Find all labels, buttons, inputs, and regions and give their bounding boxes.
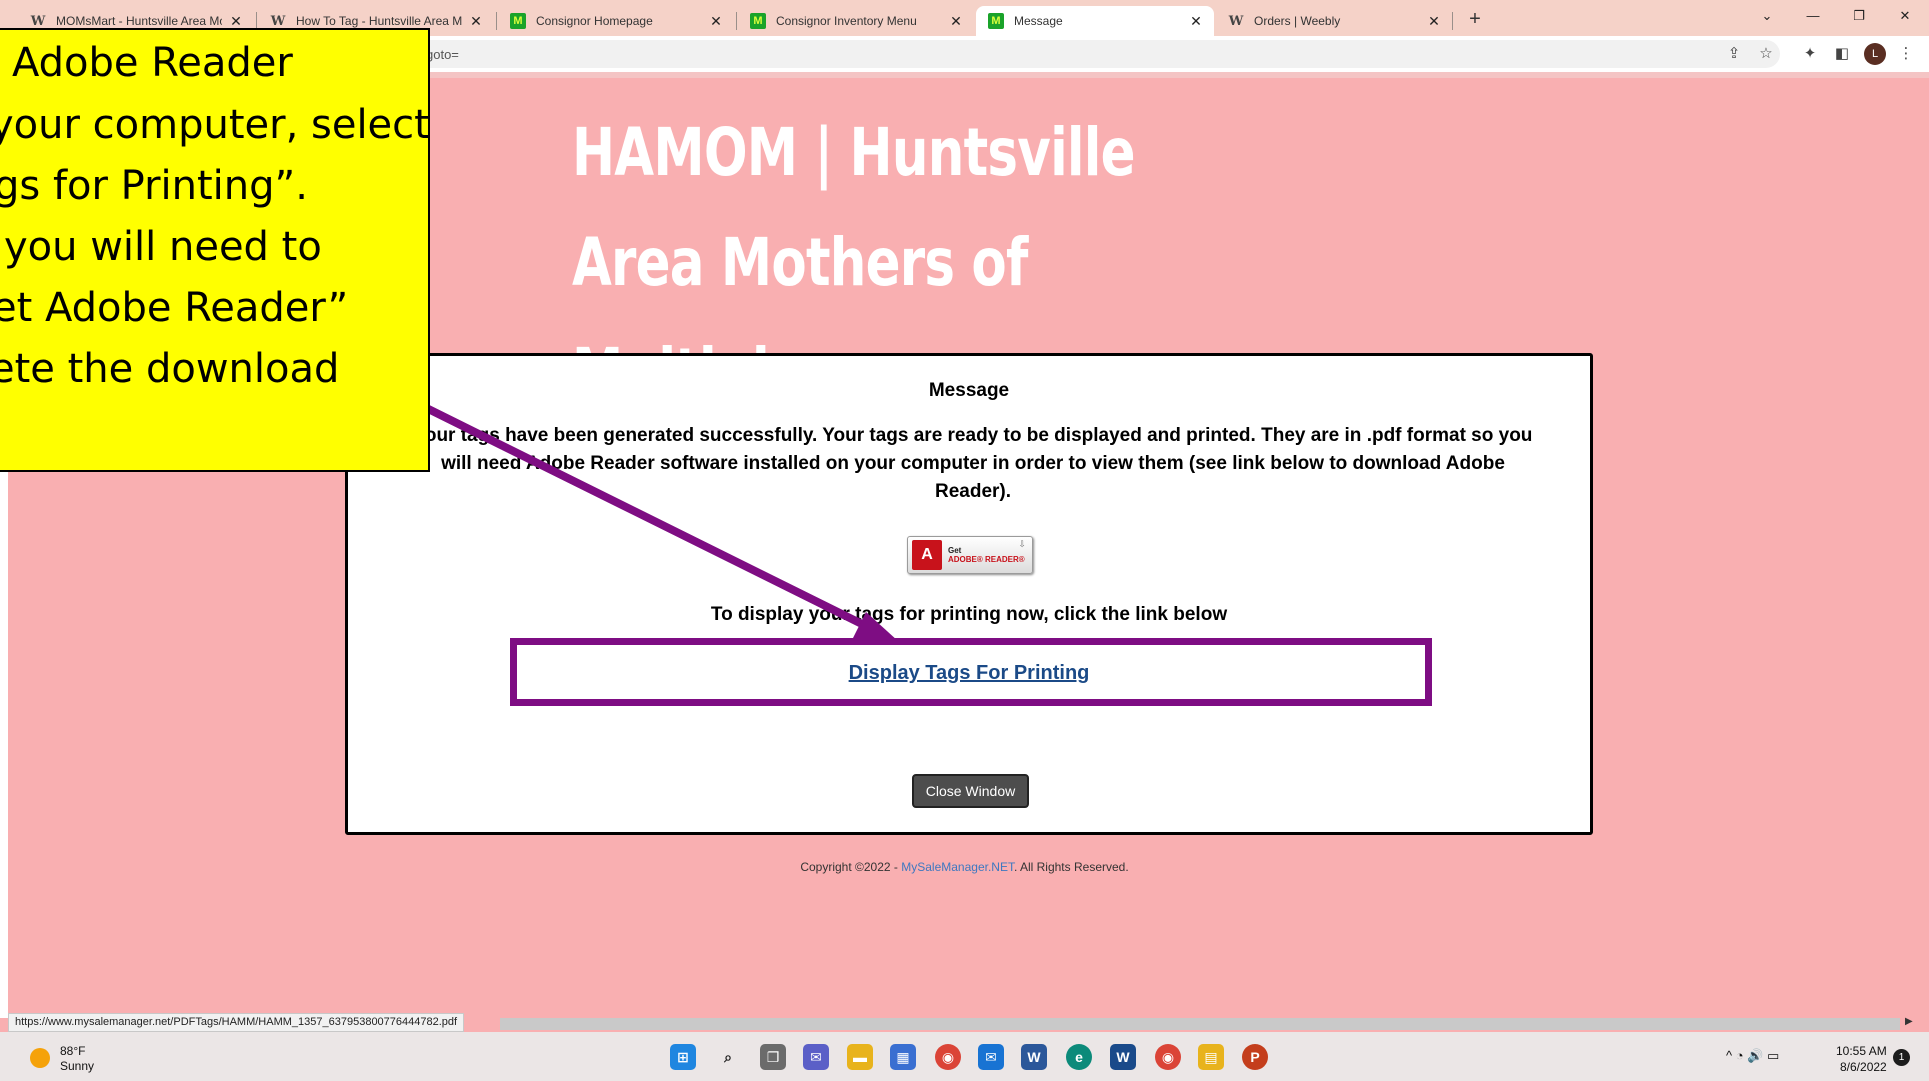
tab-separator (1452, 12, 1453, 30)
callout-line: your computer, select (0, 102, 430, 148)
address-bar-url: goto= (426, 47, 459, 62)
weebly-w-icon: W (270, 13, 286, 29)
display-instruction: To display your tags for printing now, c… (710, 604, 1228, 625)
chrome-profile-icon[interactable]: ◉ (1155, 1044, 1181, 1070)
callout-line: et Adobe Reader” (0, 285, 349, 331)
scroll-right-icon[interactable]: ▶ (1905, 1016, 1913, 1027)
callout-line: ete the download (0, 346, 340, 392)
callout-line: Adobe Reader (12, 40, 293, 86)
tab-label: Consignor Homepage (536, 14, 653, 28)
edge-icon[interactable]: e (1066, 1044, 1092, 1070)
file-explorer-icon[interactable]: ▬ (847, 1044, 873, 1070)
search-icon[interactable]: ⌕ (715, 1044, 741, 1070)
mysalemanager-m-icon: M (750, 13, 766, 29)
windows-start-icon[interactable]: ⊞ (670, 1044, 696, 1070)
tab-label: Message (1014, 14, 1063, 28)
tab-search-dropdown-icon[interactable]: ⌄ (1752, 4, 1782, 28)
message-panel: Message Your tags have been generated su… (345, 353, 1593, 835)
clock-time[interactable]: 10:55 AM (1836, 1044, 1887, 1058)
status-bar-url: https://www.mysalemanager.net/PDFTags/HA… (8, 1013, 465, 1032)
extensions-puzzle-icon[interactable]: ✦ (1800, 44, 1820, 64)
word-icon[interactable]: W (1021, 1044, 1047, 1070)
horizontal-scrollbar[interactable] (500, 1018, 1900, 1030)
adobe-button-text: Get ADOBE® READER® (948, 546, 1025, 564)
copyright-prefix: Copyright ©2022 - (800, 860, 902, 874)
copyright-footer: Copyright ©2022 - MySaleManager.NET. All… (0, 860, 1929, 874)
message-body: Your tags have been generated successful… (413, 425, 1533, 502)
weebly-w-icon: W (1228, 13, 1244, 29)
bookmark-star-icon[interactable]: ☆ (1756, 44, 1776, 64)
callout-line: gs for Printing”. (0, 163, 308, 209)
close-window-button[interactable]: ✕ (1890, 4, 1920, 28)
adobe-pdf-icon: A (912, 540, 942, 570)
address-bar[interactable]: goto= ⇪ ☆ (400, 40, 1780, 68)
chrome-icon[interactable]: ◉ (935, 1044, 961, 1070)
copyright-suffix: . All Rights Reserved. (1013, 860, 1129, 874)
instruction-callout: Adobe Reader your computer, select gs fo… (0, 28, 430, 472)
mysalemanager-link[interactable]: MySaleManager.NET (901, 860, 1014, 874)
get-adobe-reader-button[interactable]: A Get ADOBE® READER® ⇩ (907, 536, 1033, 574)
weather-temperature: 88°F (60, 1044, 86, 1058)
browser-menu-icon[interactable]: ⋮ (1896, 44, 1916, 64)
share-icon[interactable]: ⇪ (1724, 44, 1744, 64)
tab-close-icon[interactable]: ✕ (948, 13, 964, 30)
tab-label: How To Tag - Huntsville Area Mo (296, 14, 462, 28)
weebly-w-icon: W (30, 13, 46, 29)
download-arrow-icon: ⇩ (1018, 539, 1026, 549)
callout-line: you will need to (4, 224, 322, 270)
message-heading: Message (928, 380, 1010, 401)
mail-icon[interactable]: ✉ (978, 1044, 1004, 1070)
task-view-icon[interactable]: ❐ (760, 1044, 786, 1070)
system-tray-icons[interactable]: ^ ◔ 🔊 ▭ (1726, 1048, 1779, 1064)
powerpoint-icon[interactable]: P (1242, 1044, 1268, 1070)
tab-consignor-homepage[interactable]: M Consignor Homepage ✕ (498, 6, 734, 36)
side-panel-icon[interactable]: ◧ (1832, 44, 1852, 64)
adobe-button-line1: Get (948, 546, 962, 555)
tab-label: Consignor Inventory Menu (776, 14, 917, 28)
annotation-highlight-box (510, 638, 1432, 706)
clock-date[interactable]: 8/6/2022 (1840, 1060, 1887, 1074)
notification-badge[interactable]: 1 (1893, 1049, 1910, 1066)
tab-close-icon[interactable]: ✕ (708, 13, 724, 30)
restore-button[interactable]: ❐ (1844, 4, 1874, 28)
weather-condition: Sunny (60, 1059, 95, 1073)
tab-label: MOMsMart - Huntsville Area Mo (56, 14, 222, 28)
tab-orders-weebly[interactable]: W Orders | Weebly ✕ (1216, 6, 1452, 36)
file-manager-icon[interactable]: ▤ (1198, 1044, 1224, 1070)
tab-separator (496, 12, 497, 30)
teams-chat-icon[interactable]: ✉ (803, 1044, 829, 1070)
tab-close-icon[interactable]: ✕ (228, 13, 244, 30)
close-window-button-page[interactable]: Close Window (912, 774, 1029, 808)
microsoft-store-icon[interactable]: ▦ (890, 1044, 916, 1070)
tab-message[interactable]: M Message ✕ (976, 6, 1214, 36)
tab-label: Orders | Weebly (1254, 14, 1341, 28)
adobe-button-line2: ADOBE® READER® (948, 555, 1025, 564)
mysalemanager-m-icon: M (510, 13, 526, 29)
sun-weather-icon[interactable] (30, 1048, 50, 1068)
tab-separator (736, 12, 737, 30)
minimize-button[interactable]: — (1798, 4, 1828, 28)
mysalemanager-m-icon: M (988, 13, 1004, 29)
tab-close-icon[interactable]: ✕ (1426, 13, 1442, 30)
profile-avatar[interactable]: L (1864, 43, 1886, 65)
tab-close-icon[interactable]: ✕ (468, 13, 484, 30)
windows-taskbar: 88°F Sunny ⊞ ⌕ ❐ ✉ ▬ ▦ ◉ ✉ W e W ◉ ▤ P ^… (0, 1032, 1929, 1081)
new-tab-button[interactable]: + (1462, 6, 1488, 32)
tab-consignor-inventory[interactable]: M Consignor Inventory Menu ✕ (738, 6, 974, 36)
weebly-app-icon[interactable]: W (1110, 1044, 1136, 1070)
tab-close-icon[interactable]: ✕ (1188, 13, 1204, 30)
